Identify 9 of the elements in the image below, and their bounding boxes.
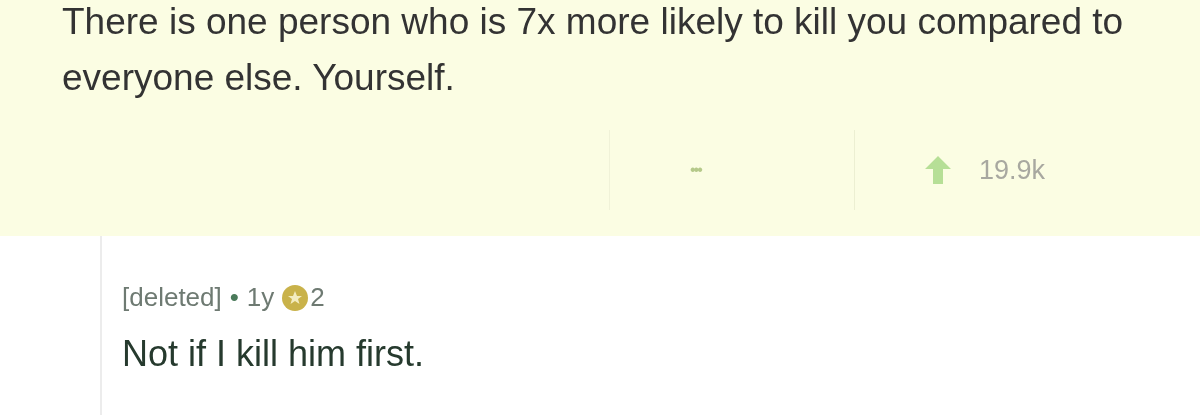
separator-dot: • xyxy=(229,281,239,314)
comment-text: There is one person who is 7x more likely to kill you compared to everyone else. Yourself. xyxy=(62,0,1125,100)
comment-age: 1y xyxy=(246,281,275,314)
upvote-button[interactable] xyxy=(923,154,953,186)
reply-text: Not if I kill him first. xyxy=(122,332,425,376)
award-count: 2 xyxy=(310,281,325,314)
score-count: 19.9k xyxy=(979,153,1046,187)
author-name[interactable]: [deleted] xyxy=(122,278,222,317)
upvote-arrow-icon xyxy=(923,154,953,186)
